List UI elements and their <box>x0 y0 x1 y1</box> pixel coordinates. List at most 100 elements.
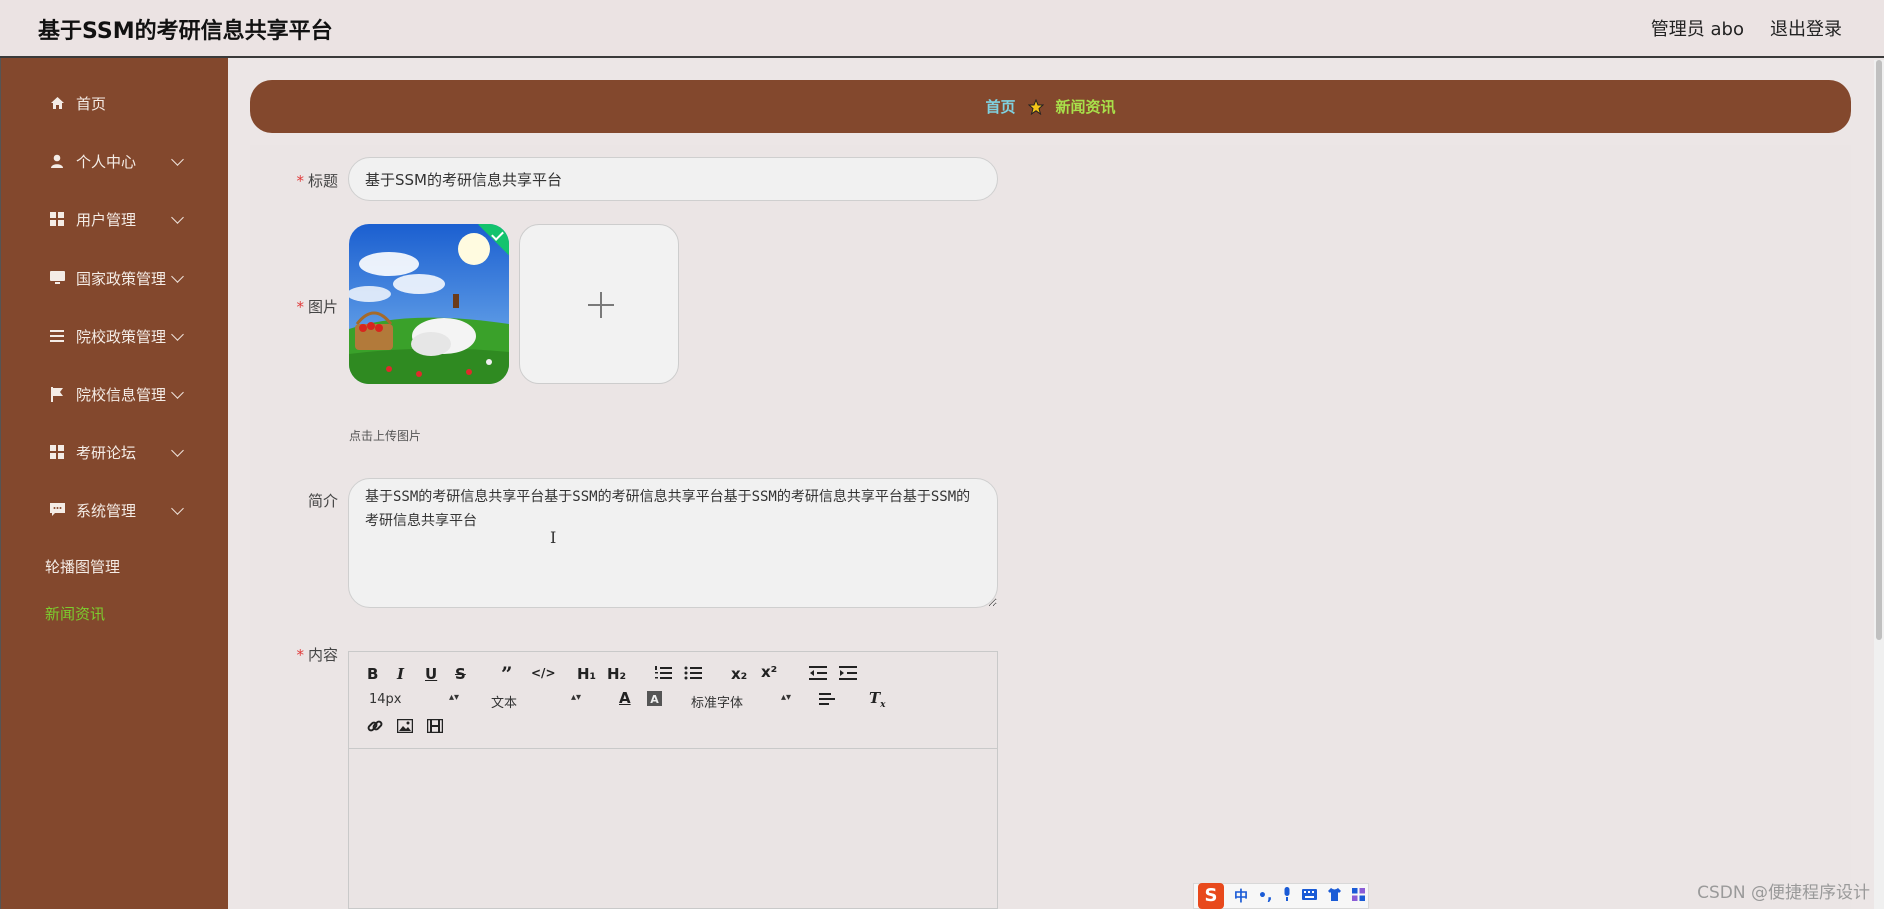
sidebar-item-label: 考研论坛 <box>76 443 137 462</box>
chevron-down-icon <box>171 444 184 457</box>
bullet-list-icon[interactable] <box>684 665 702 685</box>
logout-link[interactable]: 退出登录 <box>1770 15 1842 41</box>
sidebar-item-label: 新闻资讯 <box>45 604 106 623</box>
sidebar-item-school-info[interactable]: 院校信息管理 <box>1 374 229 414</box>
image-label-text: 图片 <box>307 298 338 316</box>
select-arrows-icon: ▴▾ <box>449 692 460 703</box>
ime-toolbar[interactable]: S 中 •, <box>1193 883 1369 909</box>
ordered-list-icon[interactable] <box>654 665 672 685</box>
star-icon <box>1027 98 1044 115</box>
superscript-icon[interactable]: x² <box>761 663 777 681</box>
video-icon[interactable] <box>426 718 444 737</box>
scrollbar-thumb[interactable] <box>1876 60 1882 640</box>
keyboard-icon[interactable] <box>1302 888 1318 904</box>
flag-icon <box>49 386 65 402</box>
sidebar-item-system[interactable]: 系统管理 <box>1 490 229 530</box>
block-type-select[interactable]: 文本 <box>491 692 517 711</box>
breadcrumb-home-link[interactable]: 首页 <box>985 96 1015 117</box>
font-family-select[interactable]: 标准字体 <box>691 692 743 711</box>
required-marker: * <box>296 172 304 190</box>
sidebar-item-national-policy[interactable]: 国家政策管理 <box>1 258 229 298</box>
svg-text:A: A <box>650 693 659 706</box>
summary-textarea[interactable]: 基于SSM的考研信息共享平台基于SSM的考研信息共享平台基于SSM的考研信息共享… <box>348 478 998 608</box>
sidebar-item-label: 首页 <box>76 94 107 113</box>
breadcrumb-current: 新闻资讯 <box>1055 98 1116 116</box>
sidebar-item-label: 个人中心 <box>76 152 137 171</box>
sidebar-item-label: 院校信息管理 <box>76 385 167 404</box>
sidebar-item-label: 系统管理 <box>76 501 137 520</box>
home-icon <box>49 95 65 111</box>
indent-icon[interactable] <box>839 665 857 685</box>
title-label-text: 标题 <box>307 172 338 190</box>
align-icon[interactable] <box>819 692 835 710</box>
bold-icon[interactable]: B <box>367 665 378 683</box>
content-label-text: 内容 <box>307 646 338 664</box>
csdn-watermark: CSDN @便捷程序设计 <box>1697 883 1870 903</box>
sogou-logo-icon: S <box>1198 883 1224 909</box>
app-title: 基于SSM的考研信息共享平台 <box>38 19 333 44</box>
strike-icon[interactable]: S <box>455 665 466 683</box>
plus-icon-vertical <box>600 292 602 318</box>
top-header: 基于SSM的考研信息共享平台 管理员 abo 退出登录 <box>0 0 1884 58</box>
outdent-icon[interactable] <box>809 665 827 685</box>
editor-content-area[interactable] <box>349 750 997 908</box>
font-size-select[interactable]: 14px <box>369 692 402 707</box>
background-color-icon[interactable]: A <box>647 691 662 710</box>
sidebar-item-personal-center[interactable]: 个人中心 <box>1 141 229 181</box>
uploaded-image-thumbnail[interactable] <box>349 224 509 384</box>
current-user-label: 管理员 abo <box>1650 19 1744 40</box>
chevron-down-icon <box>171 502 184 515</box>
image-upload-button[interactable] <box>519 224 679 384</box>
breadcrumb: 首页 新闻资讯 <box>250 80 1851 133</box>
sidebar-item-label: 院校政策管理 <box>76 327 167 346</box>
skin-shirt-icon[interactable] <box>1327 887 1342 905</box>
rich-text-editor: B I U S ” </> H₁ H₂ x₂ x² 14px ▴▾ 文本 ▴▾ … <box>348 651 998 909</box>
font-color-icon[interactable]: A <box>619 689 631 707</box>
sidebar-item-school-policy[interactable]: 院校政策管理 <box>1 316 229 356</box>
code-block-icon[interactable]: </> <box>531 666 556 680</box>
underline-icon[interactable]: U <box>425 665 437 683</box>
image-icon[interactable] <box>396 718 414 737</box>
clear-format-icon[interactable]: Tx <box>869 689 886 710</box>
title-input[interactable] <box>348 157 998 201</box>
image-label: * 图片 <box>250 296 338 317</box>
chat-icon <box>49 502 65 518</box>
sidebar-item-forum[interactable]: 考研论坛 <box>1 432 229 472</box>
editor-toolbar: B I U S ” </> H₁ H₂ x₂ x² 14px ▴▾ 文本 ▴▾ … <box>349 652 997 749</box>
required-marker: * <box>296 298 304 316</box>
chevron-down-icon <box>171 386 184 399</box>
sidebar: 首页 个人中心 用户管理 国家政策管理 院校政策管理 院校信息管理 考研论坛 系… <box>0 58 228 909</box>
sidebar-item-news[interactable]: 新闻资讯 <box>1 593 229 633</box>
sidebar-item-label: 国家政策管理 <box>76 269 167 288</box>
toolbox-icon[interactable] <box>1352 887 1366 905</box>
microphone-icon[interactable] <box>1282 887 1292 905</box>
link-icon[interactable] <box>367 718 383 738</box>
chevron-down-icon <box>171 153 184 166</box>
heading-2-icon[interactable]: H₂ <box>607 665 626 683</box>
monitor-icon <box>49 270 65 286</box>
sidebar-item-label: 用户管理 <box>76 210 137 229</box>
upload-hint: 点击上传图片 <box>349 429 422 443</box>
subscript-icon[interactable]: x₂ <box>731 665 747 683</box>
chevron-down-icon <box>171 270 184 283</box>
blockquote-icon[interactable]: ” <box>501 662 513 686</box>
sidebar-item-carousel[interactable]: 轮播图管理 <box>1 546 229 586</box>
page-scrollbar[interactable] <box>1874 60 1884 909</box>
select-arrows-icon: ▴▾ <box>571 692 582 703</box>
sidebar-item-home[interactable]: 首页 <box>1 83 229 123</box>
text-cursor-icon: I <box>550 528 557 547</box>
ime-language-toggle[interactable]: 中 <box>1234 886 1248 906</box>
sidebar-item-label: 轮播图管理 <box>45 557 121 576</box>
summary-label: 简介 <box>250 490 338 511</box>
italic-icon[interactable]: I <box>397 665 404 683</box>
sidebar-item-user-management[interactable]: 用户管理 <box>1 199 229 239</box>
summary-label-text: 简介 <box>307 492 338 510</box>
user-icon <box>49 153 65 169</box>
content-label: * 内容 <box>250 644 338 665</box>
required-marker: * <box>296 646 304 664</box>
chevron-down-icon <box>171 211 184 224</box>
ime-punctuation-toggle[interactable]: •, <box>1258 888 1272 904</box>
heading-1-icon[interactable]: H₁ <box>577 665 596 683</box>
grid-icon <box>49 444 65 460</box>
select-arrows-icon: ▴▾ <box>781 692 792 703</box>
